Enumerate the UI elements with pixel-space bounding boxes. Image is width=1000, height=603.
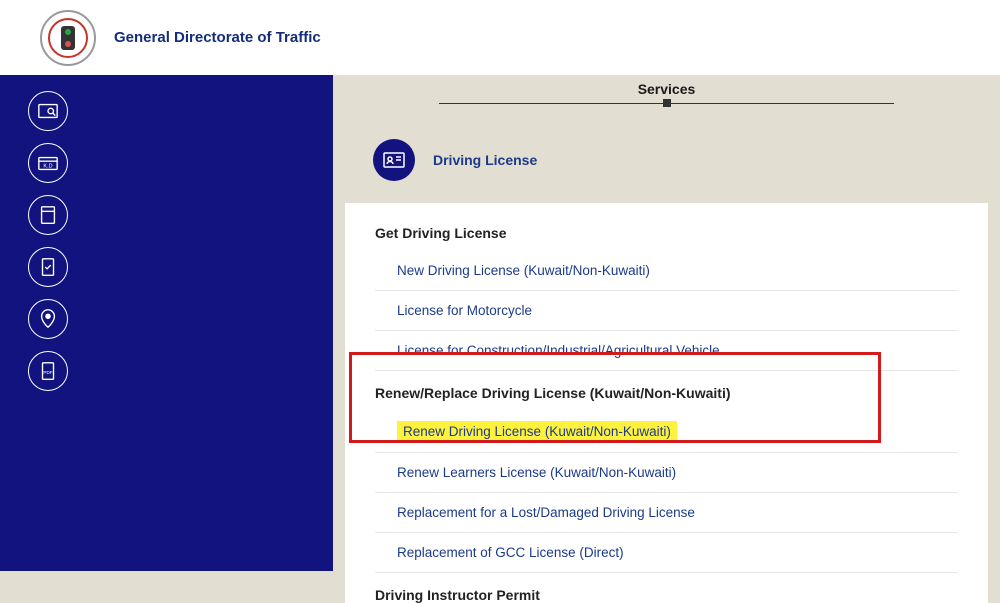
sidebar-location-icon[interactable]: [28, 299, 68, 339]
link-construction[interactable]: License for Construction/Industrial/Agri…: [375, 331, 958, 371]
sidebar: K.D PDF: [0, 75, 333, 571]
link-replace-gcc[interactable]: Replacement of GCC License (Direct): [375, 533, 958, 573]
services-header: Services: [333, 75, 1000, 109]
main-content: Services Driving License Get Driving Lic…: [333, 75, 1000, 571]
logo: [40, 10, 96, 66]
svg-text:PDF: PDF: [43, 370, 52, 375]
sidebar-document-icon[interactable]: [28, 247, 68, 287]
section-instructor: Driving Instructor Permit: [375, 587, 958, 603]
driving-license-icon: [373, 139, 415, 181]
sidebar-pdf-icon[interactable]: PDF: [28, 351, 68, 391]
svg-text:K.D: K.D: [43, 164, 52, 170]
header-title: General Directorate of Traffic: [114, 29, 321, 46]
sidebar-payment-icon[interactable]: K.D: [28, 143, 68, 183]
category-label: Driving License: [433, 152, 537, 168]
app-header: General Directorate of Traffic: [0, 0, 1000, 75]
services-panel: Get Driving License New Driving License …: [345, 203, 988, 603]
section-get-license: Get Driving License: [375, 225, 958, 241]
sidebar-inquiry-icon[interactable]: [28, 91, 68, 131]
link-new-license[interactable]: New Driving License (Kuwait/Non-Kuwaiti): [375, 251, 958, 291]
link-renew-learners[interactable]: Renew Learners License (Kuwait/Non-Kuwai…: [375, 453, 958, 493]
services-title: Services: [333, 81, 1000, 97]
sidebar-calculator-icon[interactable]: [28, 195, 68, 235]
section-renew-replace: Renew/Replace Driving License (Kuwait/No…: [375, 385, 958, 401]
link-renew-license[interactable]: Renew Driving License (Kuwait/Non-Kuwait…: [397, 421, 677, 442]
link-replace-lost[interactable]: Replacement for a Lost/Damaged Driving L…: [375, 493, 958, 533]
category-row: Driving License: [373, 139, 1000, 181]
services-divider: [439, 103, 894, 109]
link-motorcycle[interactable]: License for Motorcycle: [375, 291, 958, 331]
